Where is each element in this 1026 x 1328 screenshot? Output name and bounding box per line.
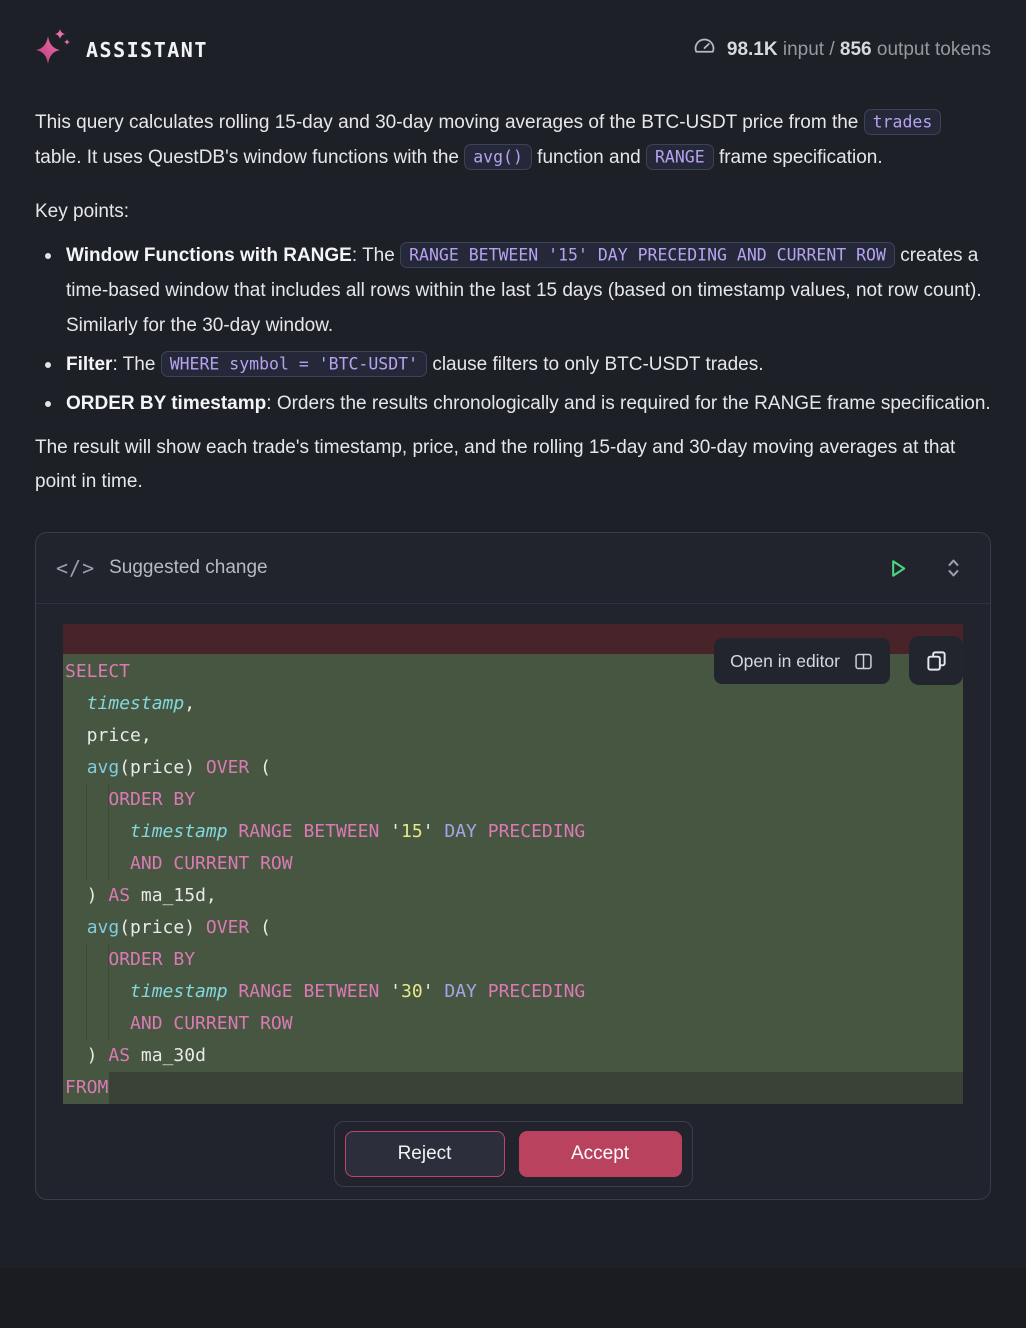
open-in-editor-label: Open in editor	[730, 651, 840, 672]
code-line: price,	[63, 720, 963, 752]
open-in-editor-button[interactable]: Open in editor	[714, 638, 890, 684]
copy-code-button[interactable]	[909, 636, 963, 685]
output-tokens-value: 856	[840, 39, 872, 60]
key-points-list: Window Functions with RANGE: The RANGE B…	[35, 238, 991, 421]
page-footer-area	[0, 1268, 1026, 1328]
suggested-change-header: </> Suggested change	[36, 533, 990, 604]
key-point-order-by: ORDER BY timestamp: Orders the results c…	[35, 386, 991, 421]
role-label: ASSISTANT	[86, 38, 208, 62]
code-line: timestamp RANGE BETWEEN '30' DAY PRECEDI…	[63, 976, 963, 1008]
inline-code-chip: trades	[864, 109, 942, 135]
decision-button-group: Reject Accept	[334, 1121, 693, 1187]
code-icon: </>	[56, 556, 95, 580]
key-point-filter: Filter: The WHERE symbol = 'BTC-USDT' cl…	[35, 347, 991, 382]
message-header: ASSISTANT 98.1K input / 856 output token…	[35, 25, 991, 74]
code-line: ORDER BY	[63, 784, 963, 816]
code-line: timestamp RANGE BETWEEN '15' DAY PRECEDI…	[63, 816, 963, 848]
token-usage-text: 98.1K input / 856 output tokens	[727, 39, 991, 61]
code-line: ORDER BY	[63, 944, 963, 976]
code-line: AND CURRENT ROW	[63, 1008, 963, 1040]
split-editor-icon	[853, 651, 874, 672]
code-line: FROM	[63, 1072, 963, 1104]
message-paragraph-1: This query calculates rolling 15-day and…	[35, 105, 991, 175]
sql-code-editor[interactable]: SELECT timestamp, price, avg(price) OVER…	[63, 654, 963, 1104]
key-point-window-functions: Window Functions with RANGE: The RANGE B…	[35, 238, 991, 343]
code-line: ) AS ma_15d,	[63, 880, 963, 912]
chevron-up-icon	[950, 561, 958, 565]
code-line: ) AS ma_30d	[63, 1040, 963, 1072]
reject-button[interactable]: Reject	[345, 1131, 505, 1177]
input-tokens-value: 98.1K	[727, 39, 778, 60]
suggested-change-title: Suggested change	[109, 557, 872, 579]
inline-code-chip: avg()	[464, 144, 532, 170]
gauge-icon	[692, 34, 717, 65]
play-icon	[893, 561, 904, 575]
code-line: avg(price) OVER (	[63, 752, 963, 784]
assistant-message: ASSISTANT 98.1K input / 856 output token…	[0, 0, 1026, 1268]
inline-code-chip: RANGE	[646, 144, 714, 170]
code-line: AND CURRENT ROW	[63, 848, 963, 880]
run-query-button[interactable]	[886, 557, 909, 580]
code-line: avg(price) OVER (	[63, 912, 963, 944]
sparkle-icon	[29, 25, 73, 74]
chevron-down-icon	[950, 571, 958, 575]
inline-code-chip: RANGE BETWEEN '15' DAY PRECEDING AND CUR…	[400, 242, 895, 268]
input-tokens-label: input /	[778, 39, 840, 60]
expand-collapse-button[interactable]	[943, 555, 964, 581]
message-paragraph-2: The result will show each trade's timest…	[35, 431, 991, 499]
accept-button[interactable]: Accept	[519, 1131, 682, 1177]
code-line: timestamp,	[63, 688, 963, 720]
output-tokens-label: output tokens	[872, 39, 991, 60]
copy-icon	[925, 649, 948, 672]
code-diff-block: SELECT timestamp, price, avg(price) OVER…	[63, 624, 963, 1104]
token-usage: 98.1K input / 856 output tokens	[692, 34, 991, 65]
inline-code-chip: WHERE symbol = 'BTC-USDT'	[161, 351, 427, 377]
key-points-heading: Key points:	[35, 201, 991, 223]
suggested-change-panel: </> Suggested change	[35, 532, 991, 1200]
